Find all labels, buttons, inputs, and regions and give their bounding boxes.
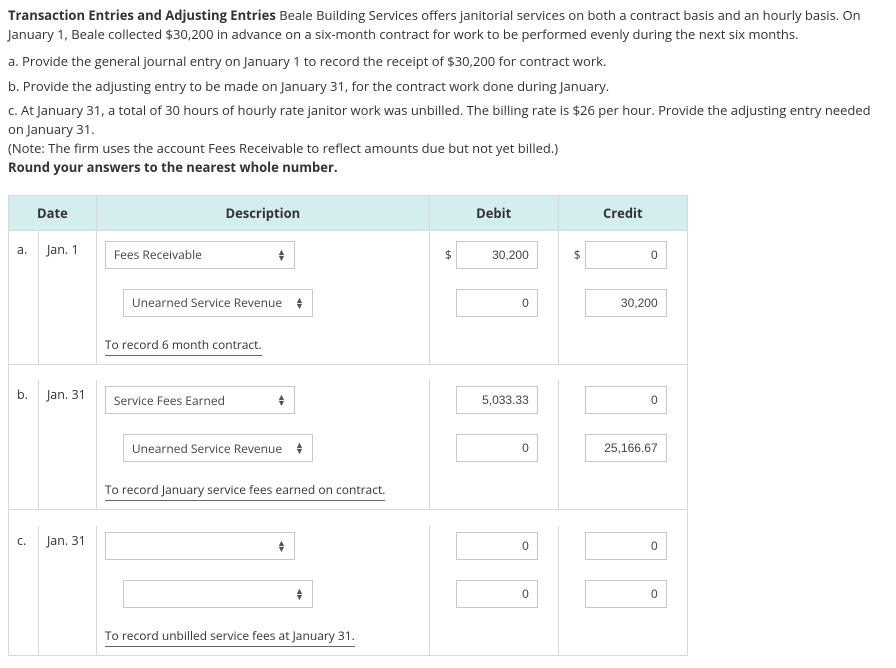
header-date: Date [9, 196, 96, 231]
entry-b-line1-debit-input[interactable] [456, 386, 538, 414]
select-arrows-icon: ▲▼ [295, 442, 304, 454]
entry-b-explanation[interactable]: To record January service fees earned on… [105, 478, 385, 501]
select-arrows-icon: ▲▼ [277, 249, 286, 261]
entry-b-letter: b. [9, 380, 38, 510]
intro-title: Transaction Entries and Adjusting Entrie… [8, 6, 276, 24]
entry-c-line2-debit-input[interactable] [456, 580, 538, 608]
entry-a-explanation[interactable]: To record 6 month contract. [105, 333, 262, 356]
header-description: Description [96, 196, 429, 231]
question-b: b. Provide the adjusting entry to be mad… [8, 77, 888, 96]
entry-c-line1-credit-input[interactable] [585, 532, 667, 560]
journal-table: Date Description Debit Credit a. Jan. 1 … [8, 195, 688, 656]
entry-b-line2-debit-input[interactable] [456, 434, 538, 462]
question-note: (Note: The firm uses the account Fees Re… [8, 139, 558, 157]
entry-c-line2-account-select[interactable]: ▲▼ [123, 580, 313, 608]
entry-a-line1-credit-input[interactable] [585, 241, 667, 269]
entry-c-date: Jan. 31 [38, 526, 96, 655]
intro-paragraph: Transaction Entries and Adjusting Entrie… [8, 6, 888, 44]
question-a: a. Provide the general journal entry on … [8, 52, 888, 71]
entry-a-line1-account: Fees Receivable [114, 246, 202, 263]
entry-b-line1-credit-input[interactable] [585, 386, 667, 414]
entry-a-date: Jan. 1 [38, 230, 96, 364]
entry-b-line2-account-select[interactable]: Unearned Service Revenue ▲▼ [123, 434, 313, 462]
select-arrows-icon: ▲▼ [295, 297, 304, 309]
entry-b-line2-credit-input[interactable] [585, 434, 667, 462]
entry-a-line1-account-select[interactable]: Fees Receivable ▲▼ [105, 241, 295, 269]
entry-a-line2-account: Unearned Service Revenue [132, 294, 282, 311]
question-c-text: c. At January 31, a total of 30 hours of… [8, 101, 871, 138]
entry-a-line1-debit-input[interactable] [456, 241, 538, 269]
entry-a-line2-account-select[interactable]: Unearned Service Revenue ▲▼ [123, 289, 313, 317]
dollar-sign: $ [567, 246, 581, 263]
entry-c-explanation[interactable]: To record unbilled service fees at Janua… [105, 624, 355, 647]
entry-c-line1-account-select[interactable]: ▲▼ [105, 532, 295, 560]
question-c: c. At January 31, a total of 30 hours of… [8, 101, 888, 176]
entry-c-letter: c. [9, 526, 38, 655]
header-debit: Debit [429, 196, 558, 231]
entry-c-line1-debit-input[interactable] [456, 532, 538, 560]
entry-b-line2-account: Unearned Service Revenue [132, 440, 282, 457]
entry-b-date: Jan. 31 [38, 380, 96, 510]
dollar-sign: $ [438, 246, 452, 263]
entry-c-line2-credit-input[interactable] [585, 580, 667, 608]
entry-a-letter: a. [9, 230, 38, 364]
entry-b-line1-account-select[interactable]: Service Fees Earned ▲▼ [105, 386, 295, 414]
header-credit: Credit [558, 196, 687, 231]
entry-a-line2-credit-input[interactable] [585, 289, 667, 317]
entry-b-line1-account: Service Fees Earned [114, 392, 225, 409]
select-arrows-icon: ▲▼ [277, 540, 286, 552]
entry-a-line2-debit-input[interactable] [456, 289, 538, 317]
round-instruction: Round your answers to the nearest whole … [8, 158, 338, 176]
select-arrows-icon: ▲▼ [277, 394, 286, 406]
select-arrows-icon: ▲▼ [295, 588, 304, 600]
